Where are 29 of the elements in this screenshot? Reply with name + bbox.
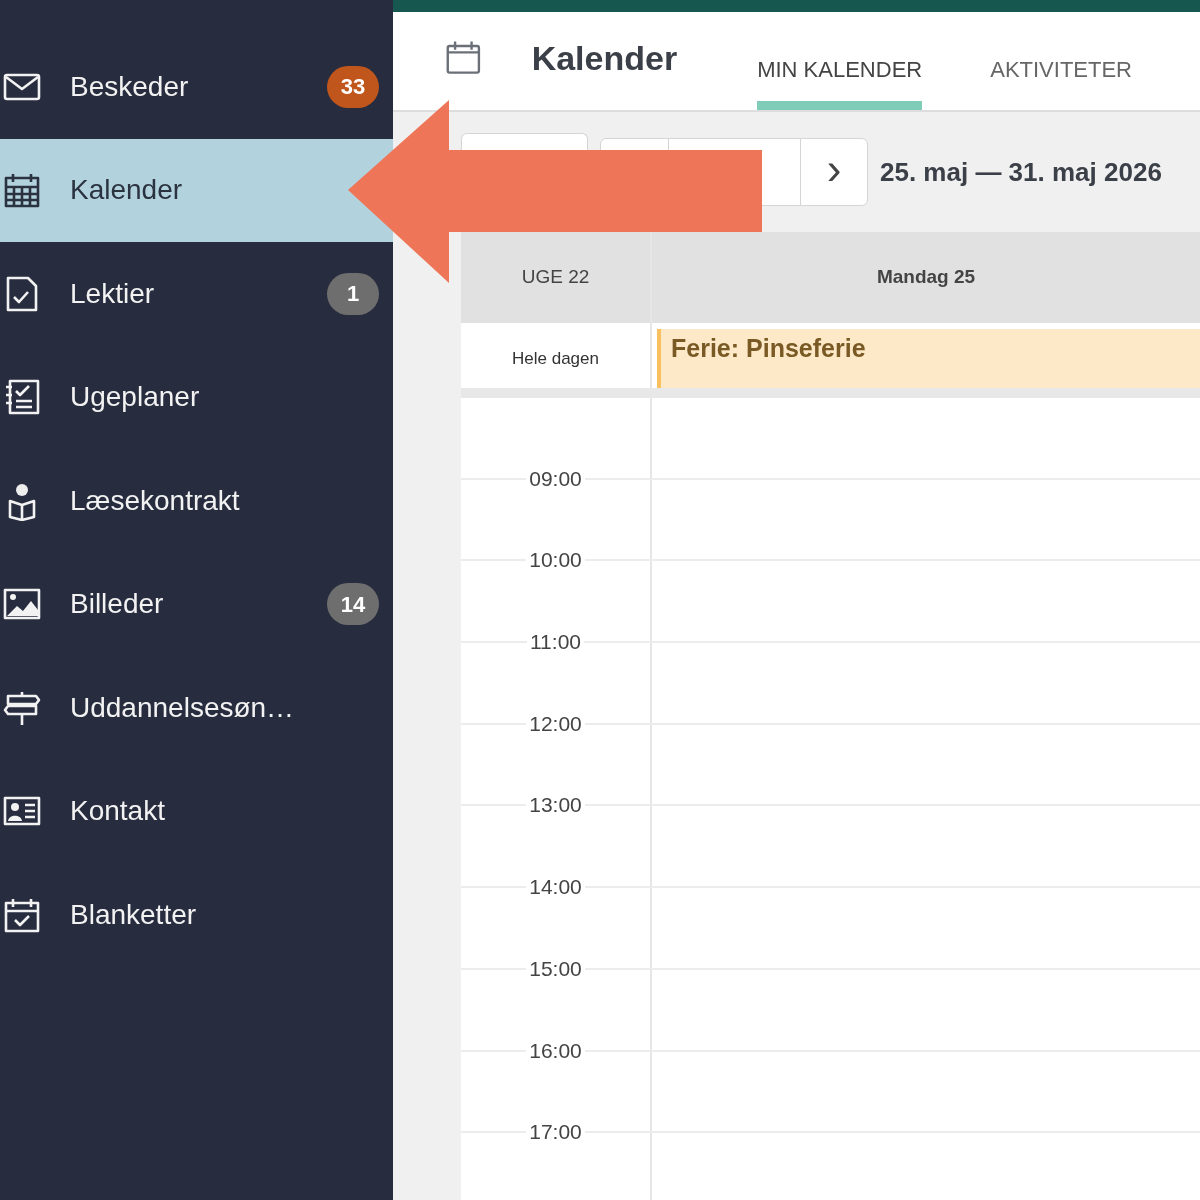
day-header: Mandag 25 <box>875 265 977 290</box>
sidebar-item[interactable]: Uddannelsesøn… <box>0 656 393 760</box>
sidebar-item[interactable]: Læsekontrakt <box>0 449 393 553</box>
count-badge: 14 <box>327 583 379 626</box>
sidebar-label: Læsekontrakt <box>70 483 241 518</box>
sidebar-label: Kontakt <box>70 794 166 829</box>
toolbar-button[interactable] <box>461 133 588 151</box>
count-badge: 1 <box>327 272 379 315</box>
event[interactable]: Ferie: Pinseferie <box>657 329 1200 388</box>
sidebar-item[interactable]: Ugeplaner <box>0 345 393 449</box>
sidebar-label: Lektier <box>70 276 156 311</box>
all-day-label: Hele dagen <box>461 323 652 388</box>
sidebar-item[interactable]: Lektier 1 <box>0 242 393 346</box>
sidebar-item[interactable]: Billeder 14 <box>0 552 393 656</box>
sidebar-item[interactable]: Beskeder 33 <box>0 35 393 139</box>
count-badge: 33 <box>327 65 379 108</box>
sidebar-label: Billeder <box>70 587 165 622</box>
sidebar-label: Beskeder <box>70 69 190 104</box>
sidebar-label: Uddannelsesøn… <box>70 690 296 725</box>
tab[interactable]: AKTIVITETER <box>990 12 1132 110</box>
sidebar-item[interactable]: Kontakt <box>0 759 393 863</box>
sidebar-label: Kalender <box>70 173 184 208</box>
sidebar-label: Blanketter <box>70 897 198 932</box>
date-range: 25. maj — 31. maj 2026 <box>880 155 1162 189</box>
sidebar-item[interactable]: Blanketter <box>0 863 393 967</box>
sidebar-label: Ugeplaner <box>70 380 201 415</box>
page-title: Kalender <box>531 37 678 79</box>
tab[interactable]: MIN KALENDER <box>757 12 923 110</box>
sidebar-item[interactable]: Kalender <box>0 138 393 242</box>
